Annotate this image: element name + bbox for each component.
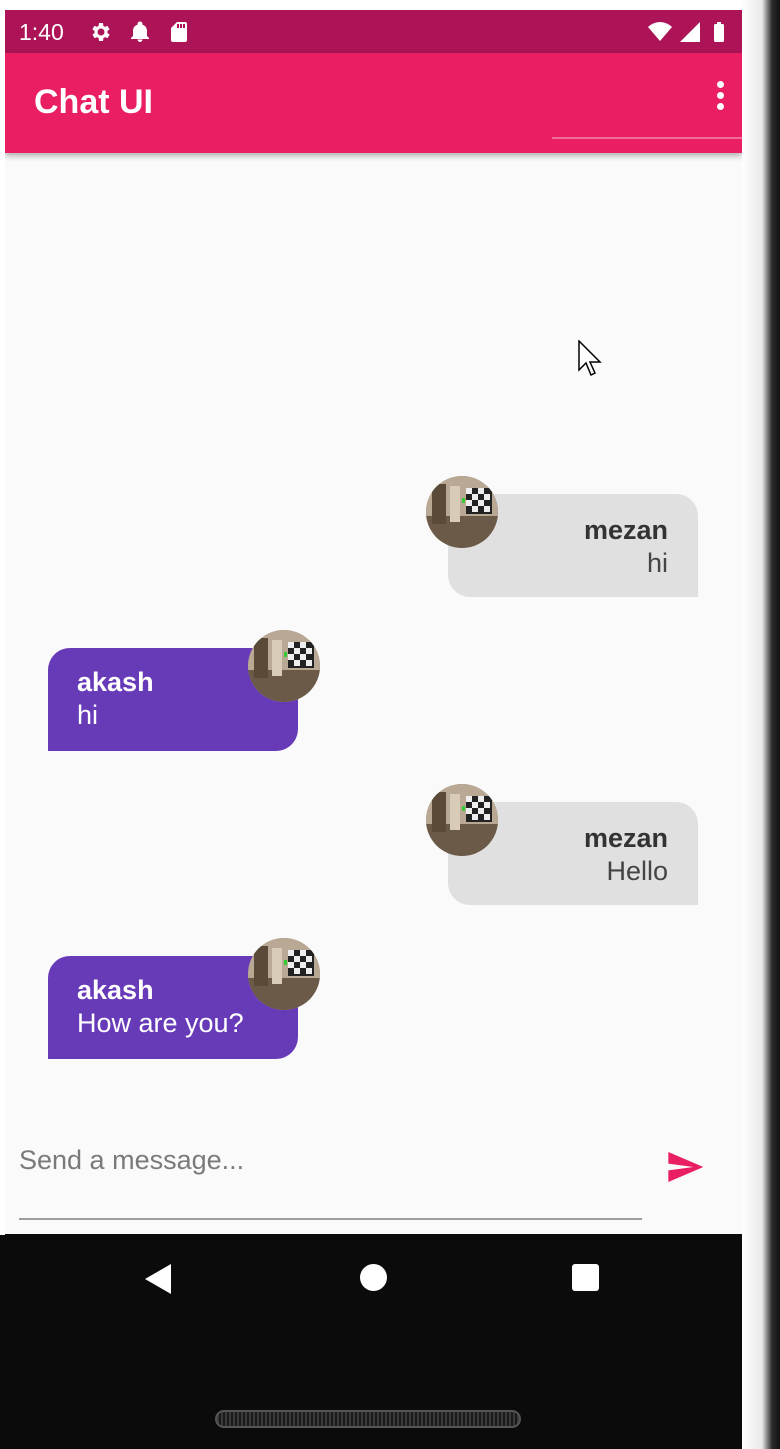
wifi-icon bbox=[648, 22, 672, 41]
message-sender: akash bbox=[77, 667, 154, 697]
back-triangle-icon[interactable] bbox=[143, 1263, 173, 1295]
room-photo-icon bbox=[248, 630, 320, 702]
room-photo-icon bbox=[426, 784, 498, 856]
sd-card-icon bbox=[171, 22, 187, 42]
more-vert-icon[interactable] bbox=[705, 81, 735, 115]
cellular-signal-icon bbox=[680, 22, 700, 42]
message-text: Hello bbox=[606, 856, 668, 886]
message-input-underline bbox=[19, 1218, 642, 1220]
app-title: Chat UI bbox=[34, 83, 153, 121]
message-text: hi bbox=[77, 700, 99, 730]
app-bar: Chat UI bbox=[5, 53, 742, 153]
message-text: How are you? bbox=[77, 1008, 244, 1038]
send-icon[interactable] bbox=[663, 1147, 707, 1187]
message-text: hi bbox=[646, 548, 668, 578]
home-circle-icon[interactable] bbox=[360, 1264, 387, 1291]
status-time: 1:40 bbox=[19, 19, 64, 45]
message-sender: mezan bbox=[583, 515, 668, 545]
battery-icon bbox=[714, 22, 724, 42]
recents-square-icon[interactable] bbox=[572, 1264, 599, 1291]
avatar[interactable] bbox=[248, 938, 320, 1010]
avatar[interactable] bbox=[426, 784, 498, 856]
message-sender: akash bbox=[77, 975, 154, 1005]
status-bar: 1:40 bbox=[5, 10, 742, 53]
device-frame-right bbox=[742, 0, 780, 1449]
room-photo-icon bbox=[248, 938, 320, 1010]
device-speaker-grille bbox=[215, 1410, 521, 1428]
notification-bell-icon bbox=[131, 21, 149, 42]
message-input[interactable]: Send a message... bbox=[19, 1145, 629, 1176]
device-frame-top bbox=[0, 0, 742, 10]
avatar[interactable] bbox=[248, 630, 320, 702]
phone-screen: 1:40 Chat UI mezan hi akash hi mezan Hel… bbox=[5, 10, 742, 1234]
app-bar-divider bbox=[552, 137, 742, 139]
mouse-cursor-icon bbox=[578, 340, 602, 377]
avatar[interactable] bbox=[426, 476, 498, 548]
settings-icon bbox=[92, 23, 110, 41]
message-sender: mezan bbox=[583, 823, 668, 853]
room-photo-icon bbox=[426, 476, 498, 548]
